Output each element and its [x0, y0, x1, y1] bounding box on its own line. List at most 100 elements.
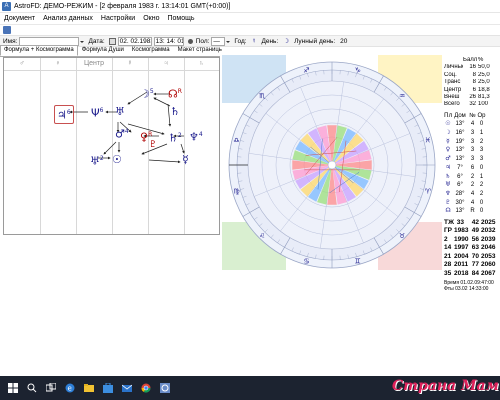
planet-mars[interactable]: ♂4 [115, 126, 129, 141]
planet-table-cell: 13° [455, 156, 465, 163]
tab-cosmogram[interactable]: Космограмма [128, 45, 174, 56]
zodiac-sign-icon: ♓ [425, 136, 431, 144]
planet-table-row: ☉ 13° 4 0 [444, 120, 500, 129]
edge-icon[interactable]: e [64, 382, 76, 394]
planet-saturn-top[interactable]: ♄ [170, 106, 180, 118]
stats-row: Центр 6 18,8 [444, 87, 500, 94]
task-view-icon[interactable] [45, 382, 57, 394]
planet-table-row: ☽ 16° 3 1 [444, 129, 500, 138]
planet-table-cell: 0 [479, 121, 484, 128]
tab-page-layout[interactable]: Макет страницы [174, 45, 227, 56]
planet-glyph: ☊ [445, 207, 451, 215]
planet-pluto[interactable]: ♇ [149, 139, 157, 151]
planet-neptune[interactable]: Ψ6 [91, 105, 104, 120]
year-cell: 1990 [454, 235, 469, 243]
menu-document[interactable]: Документ [0, 13, 39, 24]
record-icon[interactable] [187, 38, 193, 44]
stats-cell: Личные [444, 64, 463, 71]
planet-glyph: ♂ [445, 155, 451, 163]
folder-icon[interactable] [83, 382, 95, 394]
tab-soul-formula[interactable]: Формула Души [78, 45, 128, 56]
zodiac-sign-icon: ♉ [399, 232, 405, 240]
stats-cell: 8 [472, 79, 476, 86]
start-icon[interactable] [7, 382, 19, 394]
stats-panel: Балл % Личные1650,0 Соц.825,0 Транс825,0… [444, 57, 500, 347]
natal-chart-svg[interactable]: ♈ ♉ ♊ ♋ ♌ ♍ ♎ ♏ ♐ ♑ ♒ ♓ [222, 47, 442, 278]
planet-table-header-cell: Дом [454, 112, 466, 119]
event-time: Фты 03.02 14:33:00 [444, 286, 489, 293]
search-icon[interactable] [26, 382, 38, 394]
zodiac-sign-icon: ♋ [303, 258, 309, 266]
date-label: Дата: [88, 37, 105, 45]
planet-table-cell: 16° [455, 130, 465, 137]
planet-table-row: ♇ 30° 4 0 [444, 199, 500, 208]
document-icon[interactable] [3, 26, 11, 34]
stats-cell: 32 [469, 101, 476, 108]
planet-neptune-outer[interactable]: ♆4 [189, 129, 203, 144]
stats-cell: Внеш [444, 93, 460, 100]
day-label: День: [261, 37, 279, 45]
planet-uranus[interactable]: ♅ [115, 106, 125, 118]
planet-table-cell: 2 [479, 138, 484, 145]
planet-saturn[interactable]: ♄2 [168, 130, 182, 145]
stats-cell: 6 [472, 86, 476, 93]
formula-panel: ♂ ♀ Центр ☿ ♃ ♄ ♃6 Ψ6 ♅ ☽5 ☊R ♄ ♂4 ♀R ♇ … [3, 57, 220, 235]
year-cell: 33 [456, 218, 464, 226]
planet-moon[interactable]: ☽5 [140, 86, 154, 101]
aspect-arrows [69, 91, 185, 164]
planet-table-row: ♃ 7° 6 0 [444, 164, 500, 173]
menu-analysis[interactable]: Анализ данных [39, 13, 97, 24]
calendar-icon[interactable] [108, 37, 116, 45]
planet-table-row: ♄ 6° 2 1 [444, 173, 500, 182]
zodiac-sign-icon: ♐ [303, 66, 309, 74]
year-row: 35 2018 84 2067 [444, 270, 500, 279]
planet-jupiter[interactable]: ♃6 [54, 105, 74, 124]
year-cell: 2039 [481, 235, 496, 243]
stats-header-cell [444, 57, 463, 64]
year-cell: 2060 [481, 261, 496, 269]
year-cell: 63 [471, 244, 479, 252]
year-cell: 2018 [454, 269, 469, 277]
planet-sun[interactable]: ☉ [112, 154, 122, 166]
planet-table-cell: 2 [479, 182, 484, 189]
natal-chart[interactable]: ♈ ♉ ♊ ♋ ♌ ♍ ♎ ♏ ♐ ♑ ♒ ♓ [222, 47, 442, 278]
planet-table-cell: 1 [479, 173, 484, 180]
store-icon[interactable] [102, 382, 114, 394]
zodiac-sign-icon: ♊ [355, 258, 361, 266]
menu-help[interactable]: Помощь [164, 13, 199, 24]
year-row: 2 1990 56 2039 [444, 236, 500, 245]
menu-settings[interactable]: Настройки [97, 13, 139, 24]
astro-app-icon[interactable] [159, 382, 171, 394]
stats-cell: 25,0 [478, 71, 490, 78]
planet-table-cell: 30° [455, 199, 465, 206]
menu-bar: Документ Анализ данных Настройки Окно По… [0, 13, 500, 24]
planet-table-cell: 3 [470, 138, 475, 145]
planet-table-header-cell: Ор [477, 112, 486, 119]
planet-table-cell: 4 [470, 121, 475, 128]
year-cell: 1997 [454, 244, 469, 252]
chrome-icon[interactable] [140, 382, 152, 394]
chevron-down-icon[interactable] [225, 38, 231, 45]
planet-mercury[interactable]: ☿ [182, 154, 189, 166]
lunar-day-label: Лунный день: [294, 37, 336, 45]
chart-center [327, 160, 337, 170]
chevron-down-icon[interactable] [79, 38, 85, 45]
mail-icon[interactable] [121, 382, 133, 394]
planet-uranus-low[interactable]: ♅2 [90, 153, 104, 168]
planet-table-row: ☿ 19° 3 2 [444, 138, 500, 147]
name-label: Имя: [3, 37, 18, 45]
year-cell: 56 [471, 235, 479, 243]
year-row: 21 2004 70 2053 [444, 253, 500, 262]
moon-icon: ☽ [283, 38, 290, 45]
stats-cell: Транс [444, 79, 461, 86]
app-icon: A [2, 1, 11, 11]
zodiac-sign-icon: ♍ [233, 188, 240, 196]
stats-row: Личные 1650,0 [444, 64, 500, 71]
lunar-day-value: 20 [340, 37, 348, 45]
planet-table-header-cell: № [469, 112, 476, 119]
menu-window[interactable]: Окно [139, 13, 163, 24]
stats-cell: Центр [444, 86, 462, 93]
planet-table-cell: 28° [455, 190, 465, 197]
tab-formula-cosmogram[interactable]: Формула + Космограмма [0, 45, 78, 56]
planet-node[interactable]: ☊R [168, 86, 182, 101]
